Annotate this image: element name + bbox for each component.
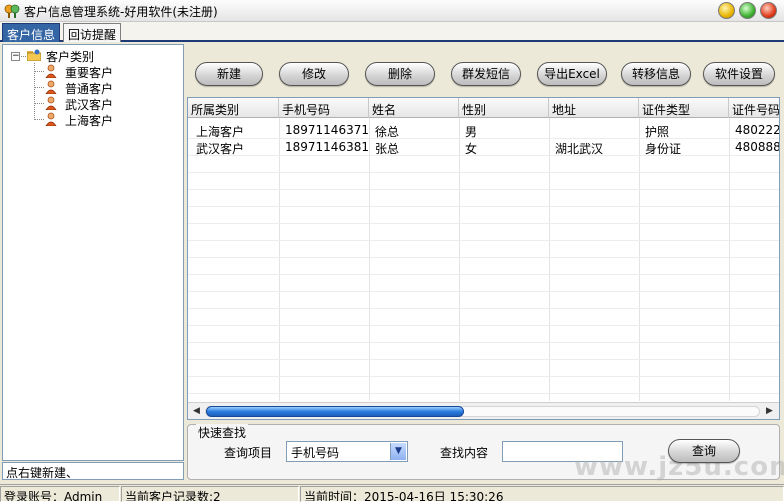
- title-bar: 客户信息管理系统-好用软件(未注册): [0, 0, 784, 22]
- column-header[interactable]: 所属类别: [188, 98, 279, 118]
- column-header[interactable]: 姓名: [369, 98, 459, 118]
- tab-followup-reminder[interactable]: 回访提醒: [63, 23, 122, 42]
- delete-button[interactable]: 删除: [365, 62, 435, 86]
- status-record-count: 当前客户记录数:2: [121, 486, 299, 502]
- tree-root-label[interactable]: 客户类别: [46, 48, 94, 65]
- cell-category: 上海客户: [196, 125, 245, 138]
- quick-search-legend: 快速查找: [196, 424, 249, 441]
- chevron-down-icon[interactable]: ▼: [390, 443, 406, 460]
- close-button[interactable]: [760, 2, 777, 19]
- horizontal-scrollbar[interactable]: ◀ ▶: [188, 402, 779, 419]
- tree-collapse-icon[interactable]: −: [11, 52, 20, 61]
- cell-gender: 男: [465, 125, 478, 138]
- edit-button[interactable]: 修改: [279, 62, 349, 86]
- person-icon: [45, 64, 57, 78]
- cell-address: [550, 121, 639, 138]
- table-row[interactable]: 上海客户 18971146371 徐总 男 护照 480222: [188, 121, 780, 138]
- cell-id-number: 480222: [735, 123, 780, 137]
- settings-button[interactable]: 软件设置: [703, 62, 775, 86]
- cell-phone: 18971146371: [285, 123, 369, 137]
- search-field-value: 手机号码: [291, 446, 340, 460]
- window-title: 客户信息管理系统-好用软件(未注册): [24, 5, 218, 19]
- status-current-time: 当前时间：2015-04-16日 15:30:26: [300, 486, 784, 502]
- maximize-button[interactable]: [739, 2, 756, 19]
- table-row[interactable]: 武汉客户 18971146381 张总 女 湖北武汉 身份证 480888: [188, 138, 780, 155]
- cell-id-type: 护照: [645, 125, 670, 138]
- table-header: 所属类别 手机号码 姓名 性别 地址 证件类型 证件号码: [188, 98, 779, 118]
- scroll-track[interactable]: [205, 406, 760, 417]
- minimize-button[interactable]: [718, 2, 735, 19]
- search-field-label: 查询项目: [224, 446, 273, 460]
- scroll-right-icon[interactable]: ▶: [762, 404, 777, 419]
- quick-search-group: 快速查找 查询项目 手机号码 ▼ 查找内容 www.jz5u.com 查询: [187, 424, 784, 482]
- cell-address: 湖北武汉: [555, 142, 604, 155]
- export-excel-button[interactable]: 导出Excel: [537, 62, 607, 86]
- cell-gender: 女: [465, 142, 478, 155]
- column-header[interactable]: 地址: [549, 98, 639, 118]
- tree-item-wuhan[interactable]: 武汉客户: [65, 96, 113, 113]
- left-hint: 点右键新建、: [2, 462, 184, 480]
- cell-id-number: 480888: [735, 140, 780, 154]
- column-header[interactable]: 手机号码: [279, 98, 369, 118]
- tab-strip: 客户信息 回访提醒: [0, 22, 784, 42]
- person-icon: [45, 80, 57, 94]
- customer-table[interactable]: 所属类别 手机号码 姓名 性别 地址 证件类型 证件号码 上海客户 189711…: [187, 97, 780, 420]
- scroll-thumb[interactable]: [206, 406, 464, 417]
- sms-button[interactable]: 群发短信: [451, 62, 521, 86]
- tree-item-ordinary[interactable]: 普通客户: [65, 80, 113, 97]
- tab-customer-info[interactable]: 客户信息: [2, 23, 61, 42]
- person-icon: [45, 112, 57, 126]
- status-account: 登录账号：Admin: [0, 486, 120, 502]
- column-header[interactable]: 证件号码: [729, 98, 779, 118]
- scroll-left-icon[interactable]: ◀: [189, 404, 204, 419]
- cell-category: 武汉客户: [196, 142, 245, 155]
- tree-item-shanghai[interactable]: 上海客户: [65, 112, 113, 129]
- column-header[interactable]: 性别: [459, 98, 549, 118]
- app-icon: [4, 4, 20, 18]
- cell-phone: 18971146381: [285, 140, 369, 154]
- transfer-button[interactable]: 转移信息: [621, 62, 691, 86]
- column-header[interactable]: 证件类型: [639, 98, 729, 118]
- search-content-label: 查找内容: [440, 446, 489, 460]
- new-button[interactable]: 新建: [195, 62, 263, 86]
- folder-icon: [27, 49, 41, 61]
- search-field-select[interactable]: 手机号码 ▼: [286, 441, 408, 462]
- person-icon: [45, 96, 57, 110]
- cell-id-type: 身份证: [645, 142, 682, 155]
- search-button[interactable]: 查询: [668, 439, 740, 463]
- tree-item-important[interactable]: 重要客户: [65, 64, 113, 81]
- cell-name: 张总: [375, 142, 400, 155]
- category-tree[interactable]: − 客户类别 重要客户 普通客户 武汉客户 上海客户: [2, 44, 184, 461]
- status-bar: 登录账号：Admin 当前客户记录数:2 当前时间：2015-04-16日 15…: [0, 484, 784, 502]
- cell-name: 徐总: [375, 125, 400, 138]
- toolbar: 新建 修改 删除 群发短信 导出Excel 转移信息 软件设置: [187, 54, 780, 94]
